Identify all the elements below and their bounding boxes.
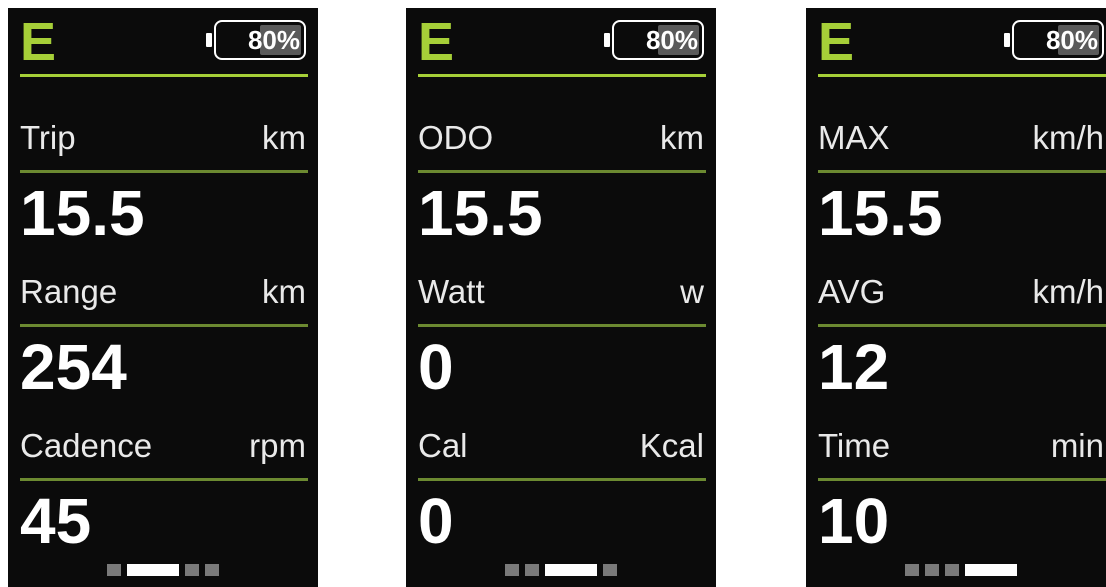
page-dot	[905, 564, 919, 576]
status-bar: E 80%	[818, 8, 1104, 74]
battery-percentage: 80%	[645, 25, 698, 55]
metric-unit: km	[660, 119, 704, 156]
page-indicator	[406, 564, 716, 576]
metric-unit: Kcal	[639, 427, 704, 464]
metric-value: 10	[818, 485, 890, 557]
metric-unit: rpm	[249, 427, 306, 464]
metric-unit: km	[262, 273, 306, 310]
page-dot	[945, 564, 959, 576]
metric-value: 15.5	[20, 177, 145, 249]
metric-label: ODO	[418, 119, 494, 156]
page-dot	[185, 564, 199, 576]
battery-percentage: 80%	[1045, 25, 1098, 55]
metric-value: 12	[818, 331, 890, 403]
metric-header: AVG km/h	[818, 272, 1104, 312]
display-screen-2: E 80% ODO km 15.5 Watt w 0 Cal Kcal 0	[406, 8, 716, 587]
battery-icon: 80%	[1004, 20, 1104, 60]
battery-percentage: 80%	[247, 25, 300, 55]
battery-icon: 80%	[206, 20, 306, 60]
status-divider	[20, 74, 308, 77]
status-divider	[418, 74, 706, 77]
page-dot	[205, 564, 219, 576]
metric-divider	[818, 170, 1106, 173]
battery-body: 80%	[214, 20, 306, 60]
page-dot-active	[545, 564, 597, 576]
metric-header: Time min	[818, 426, 1104, 466]
metric-header: Cal Kcal	[418, 426, 704, 466]
page-indicator	[806, 564, 1106, 576]
assist-mode-indicator: E	[20, 12, 57, 72]
metric-header: Watt w	[418, 272, 704, 312]
page-dot	[525, 564, 539, 576]
assist-mode-indicator: E	[418, 12, 455, 72]
battery-body: 80%	[612, 20, 704, 60]
display-screen-3: E 80% MAX km/h 15.5 AVG km/h 12 Time min	[806, 8, 1106, 587]
page-dot	[505, 564, 519, 576]
metric-value: 15.5	[418, 177, 543, 249]
metric-divider	[20, 324, 308, 327]
metric-divider	[20, 478, 308, 481]
status-bar: E 80%	[20, 8, 306, 74]
metric-divider	[818, 324, 1106, 327]
status-bar: E 80%	[418, 8, 704, 74]
battery-terminal	[206, 33, 212, 47]
metric-label: Watt	[418, 273, 485, 310]
metric-label: Cadence	[20, 427, 153, 464]
metric-label: Trip	[20, 119, 76, 156]
assist-mode-indicator: E	[818, 12, 855, 72]
page-dot-active	[965, 564, 1017, 576]
metric-label: AVG	[818, 273, 886, 310]
metric-header: Trip km	[20, 118, 306, 158]
metric-unit: w	[680, 273, 704, 310]
metric-divider	[418, 478, 706, 481]
metric-header: Cadence rpm	[20, 426, 306, 466]
metric-divider	[20, 170, 308, 173]
metric-header: ODO km	[418, 118, 704, 158]
metric-header: MAX km/h	[818, 118, 1104, 158]
metric-header: Range km	[20, 272, 306, 312]
battery-body: 80%	[1012, 20, 1104, 60]
page-indicator	[8, 564, 318, 576]
metric-unit: min	[1050, 427, 1104, 464]
battery-terminal	[1004, 33, 1010, 47]
metric-unit: km	[262, 119, 306, 156]
page-dot	[603, 564, 617, 576]
metric-value: 254	[20, 331, 127, 403]
status-divider	[818, 74, 1106, 77]
metric-unit: km/h	[1032, 273, 1104, 310]
metric-label: MAX	[818, 119, 890, 156]
metric-label: Time	[818, 427, 891, 464]
battery-icon: 80%	[604, 20, 704, 60]
battery-terminal	[604, 33, 610, 47]
metric-value: 45	[20, 485, 92, 557]
metric-divider	[418, 324, 706, 327]
metric-value: 0	[418, 331, 454, 403]
metric-label: Range	[20, 273, 118, 310]
metric-value: 15.5	[818, 177, 943, 249]
metric-unit: km/h	[1032, 119, 1104, 156]
metric-divider	[418, 170, 706, 173]
metric-label: Cal	[418, 427, 468, 464]
display-screen-1: E 80% Trip km 15.5 Range km 254 Cadence …	[8, 8, 318, 587]
metric-value: 0	[418, 485, 454, 557]
page-dot	[107, 564, 121, 576]
metric-divider	[818, 478, 1106, 481]
display-comparison: E 80% Trip km 15.5 Range km 254 Cadence …	[0, 0, 1106, 587]
page-dot-active	[127, 564, 179, 576]
page-dot	[925, 564, 939, 576]
